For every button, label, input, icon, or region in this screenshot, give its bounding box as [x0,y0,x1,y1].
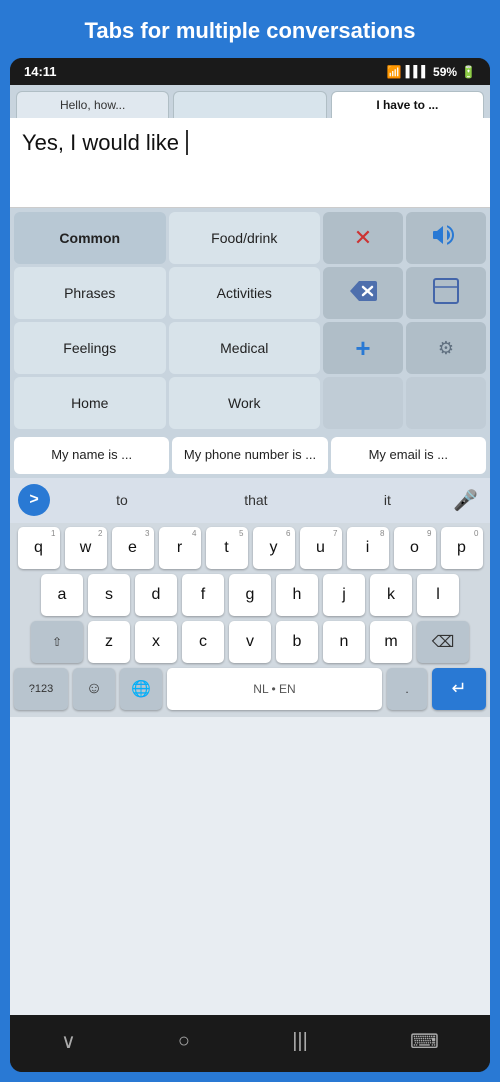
nav-home[interactable]: ○ [158,1026,210,1057]
key-i[interactable]: 8i [347,527,389,569]
suggestion-arrow-button[interactable]: > [18,484,50,516]
suggestion-word-that[interactable]: that [236,488,275,512]
expand-action-button[interactable] [406,267,486,319]
key-x[interactable]: x [135,621,177,663]
backspace-action-button[interactable] [323,267,403,319]
key-w[interactable]: 2w [65,527,107,569]
nav-recents[interactable]: ||| [272,1026,328,1057]
top-banner: Tabs for multiple conversations [0,0,500,58]
speaker-action-button[interactable] [406,212,486,264]
close-icon: ✕ [354,225,372,251]
key-u[interactable]: 7u [300,527,342,569]
keyboard-row-4: ?123 ☺ 🌐 NL • EN . ↵ [14,668,486,710]
suggestion-words: to that it [58,488,449,512]
key-p[interactable]: 0p [441,527,483,569]
nav-back[interactable]: ∨ [41,1025,96,1058]
key-y[interactable]: 6y [253,527,295,569]
category-phrases[interactable]: Phrases [14,267,166,319]
key-f[interactable]: f [182,574,224,616]
key-e[interactable]: 3e [112,527,154,569]
tab-hello[interactable]: Hello, how... [16,91,169,118]
backspace-icon [349,281,377,306]
space-key[interactable]: NL • EN [167,668,382,710]
key-v[interactable]: v [229,621,271,663]
backspace-key[interactable]: ⌫ [417,621,469,663]
wifi-icon: 📶 [387,65,402,79]
globe-key[interactable]: 🌐 [120,668,162,710]
category-food-drink[interactable]: Food/drink [169,212,321,264]
key-a[interactable]: a [41,574,83,616]
tab-ihave[interactable]: I have to ... [331,91,484,118]
text-input-area[interactable]: Yes, I would like [10,118,490,208]
key-g[interactable]: g [229,574,271,616]
period-key[interactable]: . [387,668,427,710]
speaker-icon [433,224,459,252]
num-toggle-key[interactable]: ?123 [14,668,68,710]
tab-middle[interactable] [173,91,326,118]
tabs-row: Hello, how... I have to ... [10,85,490,118]
key-q[interactable]: 1q [18,527,60,569]
text-content: Yes, I would like [22,130,179,155]
key-t[interactable]: 5t [206,527,248,569]
keyboard-row-2: a s d f g h j k l [14,574,486,616]
emoji-key[interactable]: ☺ [73,668,115,710]
category-common[interactable]: Common [14,212,166,264]
phrase-my-email[interactable]: My email is ... [331,437,486,474]
key-z[interactable]: z [88,621,130,663]
category-grid: Common Food/drink ✕ Phrases [10,208,490,433]
app-area: Hello, how... I have to ... Yes, I would… [10,85,490,1015]
key-m[interactable]: m [370,621,412,663]
key-r[interactable]: 4r [159,527,201,569]
category-activities[interactable]: Activities [169,267,321,319]
empty-slot-2 [406,377,486,429]
phrase-my-phone[interactable]: My phone number is ... [172,437,327,474]
key-h[interactable]: h [276,574,318,616]
suggestion-word-to[interactable]: to [108,488,136,512]
category-work[interactable]: Work [169,377,321,429]
battery-icon: 🔋 [461,65,476,79]
signal-icon: ▌▌▌ [406,66,429,78]
banner-title: Tabs for multiple conversations [85,18,416,43]
keyboard: 1q 2w 3e 4r 5t 6y 7u 8i 9o 0p a s d f g … [10,523,490,717]
key-b[interactable]: b [276,621,318,663]
microphone-button[interactable]: 🎤 [449,484,482,517]
suggestion-bar: > to that it 🎤 [10,478,490,523]
suggestion-word-it[interactable]: it [376,488,399,512]
expand-icon [433,278,459,309]
category-feelings[interactable]: Feelings [14,322,166,374]
key-c[interactable]: c [182,621,224,663]
add-action-button[interactable]: + [323,322,403,374]
keyboard-row-3: ⇧ z x c v b n m ⌫ [14,621,486,663]
plus-icon: + [355,333,370,364]
quick-phrases: My name is ... My phone number is ... My… [10,433,490,478]
key-s[interactable]: s [88,574,130,616]
gear-icon: ⚙ [438,338,454,359]
phrase-my-name[interactable]: My name is ... [14,437,169,474]
key-d[interactable]: d [135,574,177,616]
status-time: 14:11 [24,64,57,79]
key-k[interactable]: k [370,574,412,616]
key-j[interactable]: j [323,574,365,616]
shift-key[interactable]: ⇧ [31,621,83,663]
key-n[interactable]: n [323,621,365,663]
settings-action-button[interactable]: ⚙ [406,322,486,374]
battery-text: 59% [433,65,457,79]
close-action-button[interactable]: ✕ [323,212,403,264]
status-bar: 14:11 📶 ▌▌▌ 59% 🔋 [10,58,490,85]
keyboard-row-1: 1q 2w 3e 4r 5t 6y 7u 8i 9o 0p [14,527,486,569]
empty-slot-1 [323,377,403,429]
phone-shell: 14:11 📶 ▌▌▌ 59% 🔋 Hello, how... I have t… [10,58,490,1072]
nav-keyboard-hide[interactable]: ⌨ [390,1025,459,1058]
status-icons: 📶 ▌▌▌ 59% 🔋 [387,65,476,79]
category-medical[interactable]: Medical [169,322,321,374]
return-key[interactable]: ↵ [432,668,486,710]
key-o[interactable]: 9o [394,527,436,569]
category-home[interactable]: Home [14,377,166,429]
key-l[interactable]: l [417,574,459,616]
bottom-nav: ∨ ○ ||| ⌨ [10,1015,490,1072]
